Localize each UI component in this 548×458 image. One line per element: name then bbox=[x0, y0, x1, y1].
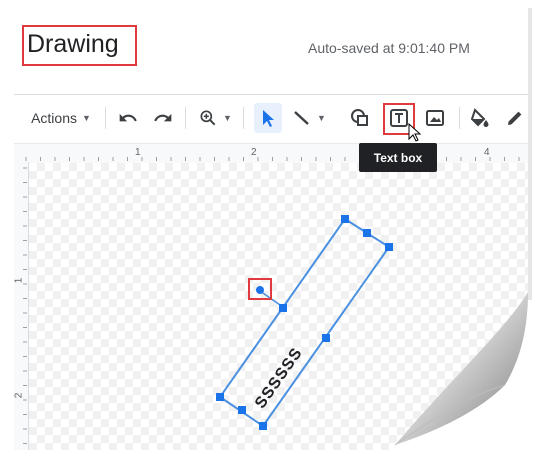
page-curl bbox=[380, 8, 548, 458]
